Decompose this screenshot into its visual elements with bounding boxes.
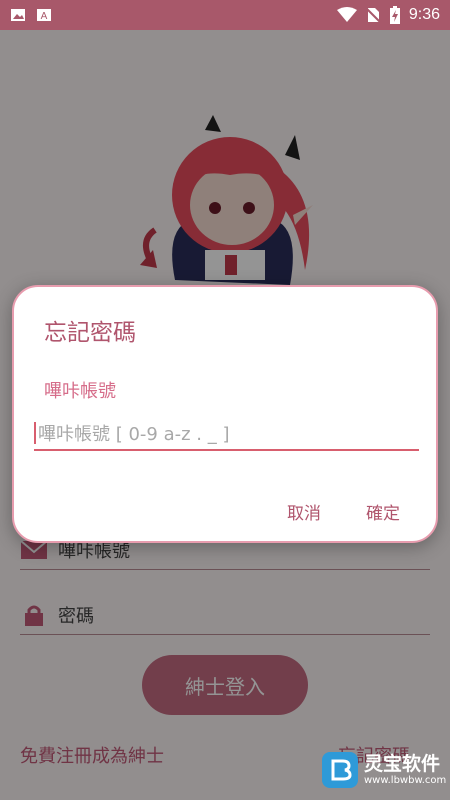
image-icon bbox=[11, 9, 25, 21]
wifi-icon bbox=[336, 7, 357, 22]
account-label: 嗶咔帳號 bbox=[44, 381, 116, 402]
clock: 9:36 bbox=[408, 6, 440, 23]
confirm-button[interactable]: 確定 bbox=[366, 499, 400, 524]
account-input[interactable]: 嗶咔帳號 [ 0-9 a-z . _ ] bbox=[34, 417, 419, 451]
dialog-title: 忘記密碼 bbox=[44, 320, 136, 346]
forgot-password-dialog: 忘記密碼 嗶咔帳號 嗶咔帳號 [ 0-9 a-z . _ ] 取消 確定 bbox=[12, 285, 438, 543]
cancel-button[interactable]: 取消 bbox=[287, 499, 321, 524]
svg-text:A: A bbox=[41, 11, 48, 22]
status-bar: A 9:36 bbox=[0, 0, 450, 30]
watermark-name: 灵宝软件 bbox=[364, 752, 441, 775]
no-sim-icon bbox=[365, 7, 381, 23]
watermark-url: www.lbwbw.com bbox=[364, 774, 447, 786]
a-icon: A bbox=[37, 9, 51, 22]
battery-charging-icon bbox=[389, 6, 400, 24]
account-input-placeholder: 嗶咔帳號 [ 0-9 a-z . _ ] bbox=[38, 424, 230, 445]
text-caret bbox=[34, 422, 36, 444]
watermark: 灵宝软件 www.lbwbw.com bbox=[322, 752, 446, 788]
watermark-logo-icon bbox=[322, 752, 358, 788]
